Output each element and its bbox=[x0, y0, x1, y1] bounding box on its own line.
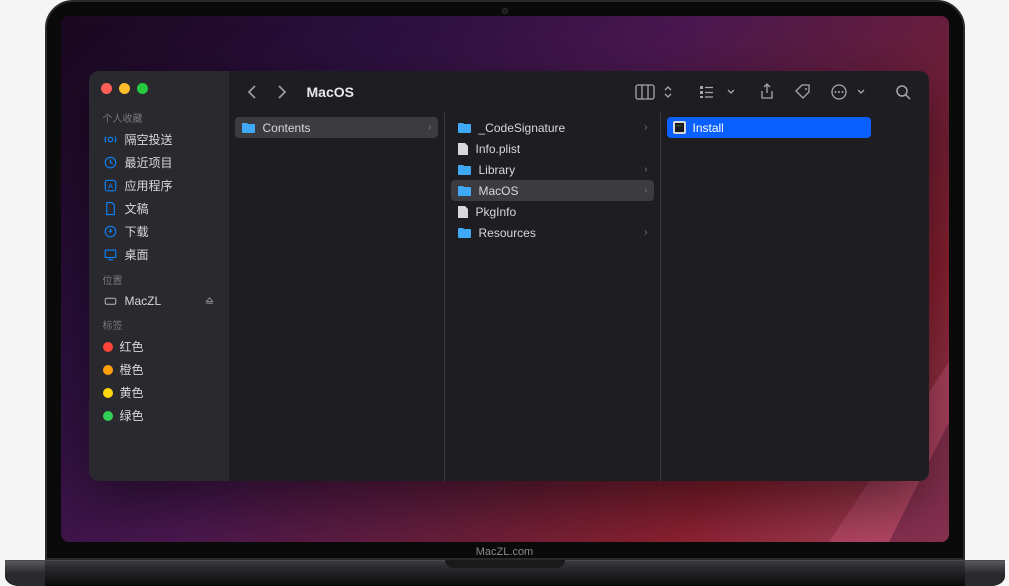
clock-icon bbox=[103, 155, 118, 170]
exec-icon: exec bbox=[673, 121, 686, 134]
doc-icon bbox=[103, 201, 118, 216]
file-name: _CodeSignature bbox=[479, 121, 566, 135]
file-name: Contents bbox=[263, 121, 311, 135]
laptop-base bbox=[5, 560, 1005, 586]
folder-icon bbox=[457, 185, 472, 197]
finder-window: 个人收藏 隔空投送 最近项目 A 应用程序 文稿 bbox=[89, 71, 929, 481]
sidebar-tag-red[interactable]: 红色 bbox=[89, 335, 229, 358]
chevron-right-icon: › bbox=[644, 122, 647, 133]
folder-icon bbox=[457, 227, 472, 239]
action-button[interactable] bbox=[825, 80, 853, 104]
tag-dot-icon bbox=[103, 388, 113, 398]
watermark: MacZL.com bbox=[476, 546, 533, 558]
file-name: PkgInfo bbox=[476, 205, 517, 219]
folder-icon bbox=[457, 164, 472, 176]
sidebar-item-label: 黄色 bbox=[120, 384, 144, 401]
file-name: Install bbox=[693, 121, 724, 135]
svg-text:exec: exec bbox=[675, 125, 681, 128]
tag-dot-icon bbox=[103, 365, 113, 375]
sidebar-section-tags: 标签 bbox=[89, 311, 229, 335]
sidebar-section-favorites: 个人收藏 bbox=[89, 104, 229, 128]
sidebar-tag-orange[interactable]: 橙色 bbox=[89, 358, 229, 381]
close-button[interactable] bbox=[101, 83, 112, 94]
file-icon bbox=[457, 205, 469, 219]
sidebar-item-label: 隔空投送 bbox=[125, 131, 173, 148]
sidebar-item-label: 下载 bbox=[125, 223, 149, 240]
forward-button[interactable] bbox=[271, 81, 293, 103]
share-button[interactable] bbox=[753, 80, 781, 104]
sidebar-item-label: 橙色 bbox=[120, 361, 144, 378]
action-chevron-icon[interactable] bbox=[855, 80, 867, 104]
sidebar: 个人收藏 隔空投送 最近项目 A 应用程序 文稿 bbox=[89, 71, 229, 481]
download-icon bbox=[103, 224, 118, 239]
column-3[interactable]: exec Install bbox=[661, 113, 877, 481]
traffic-lights bbox=[89, 79, 229, 104]
sidebar-item-label: 桌面 bbox=[125, 246, 149, 263]
column-2[interactable]: _CodeSignature › Info.plist Library › bbox=[445, 113, 661, 481]
file-item-info-plist[interactable]: Info.plist bbox=[451, 138, 654, 159]
sidebar-item-label: MacZL bbox=[125, 294, 162, 308]
sidebar-item-documents[interactable]: 文稿 bbox=[89, 197, 229, 220]
maximize-button[interactable] bbox=[137, 83, 148, 94]
chevron-right-icon: › bbox=[644, 185, 647, 196]
file-item-install[interactable]: exec Install bbox=[667, 117, 871, 138]
eject-icon[interactable] bbox=[204, 295, 215, 306]
file-item-codesignature[interactable]: _CodeSignature › bbox=[451, 117, 654, 138]
chevron-right-icon: › bbox=[428, 122, 431, 133]
file-item-pkginfo[interactable]: PkgInfo bbox=[451, 201, 654, 222]
tag-dot-icon bbox=[103, 342, 113, 352]
laptop-frame: 个人收藏 隔空投送 最近项目 A 应用程序 文稿 bbox=[45, 0, 965, 560]
sidebar-item-desktop[interactable]: 桌面 bbox=[89, 243, 229, 266]
chevron-right-icon: › bbox=[644, 227, 647, 238]
sidebar-item-recents[interactable]: 最近项目 bbox=[89, 151, 229, 174]
view-options-arrows[interactable] bbox=[661, 80, 675, 104]
sidebar-item-label: 绿色 bbox=[120, 407, 144, 424]
finder-main: MacOS bbox=[229, 71, 929, 481]
column-view: Contents › _CodeSignature › Info.plist bbox=[229, 113, 929, 481]
desktop-icon bbox=[103, 247, 118, 262]
group-button[interactable] bbox=[695, 80, 723, 104]
folder-icon bbox=[241, 122, 256, 134]
file-item-resources[interactable]: Resources › bbox=[451, 222, 654, 243]
minimize-button[interactable] bbox=[119, 83, 130, 94]
laptop-notch bbox=[445, 560, 565, 568]
file-name: Info.plist bbox=[476, 142, 521, 156]
file-icon bbox=[457, 142, 469, 156]
sidebar-item-label: 红色 bbox=[120, 338, 144, 355]
file-item-library[interactable]: Library › bbox=[451, 159, 654, 180]
file-item-contents[interactable]: Contents › bbox=[235, 117, 438, 138]
window-title: MacOS bbox=[307, 84, 354, 100]
screen: 个人收藏 隔空投送 最近项目 A 应用程序 文稿 bbox=[61, 16, 949, 542]
file-item-macos[interactable]: MacOS › bbox=[451, 180, 654, 201]
sidebar-item-label: 文稿 bbox=[125, 200, 149, 217]
back-button[interactable] bbox=[241, 81, 263, 103]
view-mode-button[interactable] bbox=[631, 80, 659, 104]
chevron-right-icon: › bbox=[644, 164, 647, 175]
sidebar-section-locations: 位置 bbox=[89, 266, 229, 290]
airdrop-icon bbox=[103, 132, 118, 147]
folder-icon bbox=[457, 122, 472, 134]
file-name: MacOS bbox=[479, 184, 519, 198]
file-name: Resources bbox=[479, 226, 536, 240]
toolbar: MacOS bbox=[229, 71, 929, 113]
sidebar-item-airdrop[interactable]: 隔空投送 bbox=[89, 128, 229, 151]
group-chevron-icon[interactable] bbox=[725, 80, 737, 104]
tag-dot-icon bbox=[103, 411, 113, 421]
sidebar-tag-yellow[interactable]: 黄色 bbox=[89, 381, 229, 404]
column-1[interactable]: Contents › bbox=[229, 113, 445, 481]
svg-text:A: A bbox=[107, 182, 112, 191]
camera bbox=[502, 8, 508, 14]
sidebar-item-downloads[interactable]: 下载 bbox=[89, 220, 229, 243]
app-icon: A bbox=[103, 178, 118, 193]
sidebar-item-maczl[interactable]: MacZL bbox=[89, 290, 229, 311]
sidebar-item-label: 最近项目 bbox=[125, 154, 173, 171]
search-button[interactable] bbox=[889, 80, 917, 104]
disk-icon bbox=[103, 293, 118, 308]
tag-button[interactable] bbox=[789, 80, 817, 104]
sidebar-tag-green[interactable]: 绿色 bbox=[89, 404, 229, 427]
sidebar-item-applications[interactable]: A 应用程序 bbox=[89, 174, 229, 197]
sidebar-item-label: 应用程序 bbox=[125, 177, 173, 194]
file-name: Library bbox=[479, 163, 516, 177]
